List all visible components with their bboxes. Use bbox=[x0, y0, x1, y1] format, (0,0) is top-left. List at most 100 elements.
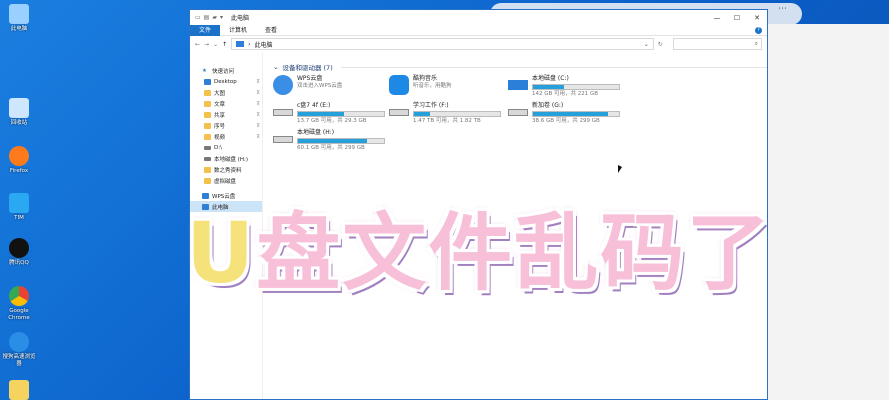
nav-item[interactable]: ★ 快速访问 bbox=[190, 65, 262, 76]
pc-icon bbox=[236, 41, 245, 47]
folder-icon bbox=[204, 89, 211, 96]
nav-item[interactable]: Desktop ⊼ bbox=[190, 76, 262, 87]
overlay-text: 盘文件乱码了 bbox=[256, 204, 773, 302]
drive-tile[interactable]: 学习工作 (F:) 1.47 TB 可用，共 1.82 TB bbox=[389, 102, 501, 125]
dropdown-icon[interactable]: ▾ bbox=[220, 14, 223, 21]
drive-tile[interactable]: 酷狗音乐 听音乐，用酷狗 bbox=[389, 75, 452, 95]
nav-item-label: D:\ bbox=[214, 144, 222, 151]
drive-icon bbox=[508, 109, 528, 116]
nav-item[interactable]: D:\ bbox=[190, 142, 262, 153]
nav-item-label: 快速访问 bbox=[212, 68, 235, 75]
up-button[interactable]: ↑ bbox=[222, 41, 227, 48]
nav-item-label: 视频 bbox=[214, 134, 226, 141]
folder-icon bbox=[9, 380, 29, 400]
section-title: 设备和驱动器 (7) bbox=[282, 64, 333, 72]
desktop-icon-qq[interactable]: 腾讯QQ bbox=[2, 238, 36, 267]
nav-item[interactable]: 文章 ⊼ bbox=[190, 98, 262, 109]
capacity-fill bbox=[533, 85, 564, 89]
pin-icon: ⊼ bbox=[256, 122, 260, 129]
overlay-letter: U bbox=[186, 204, 257, 302]
nav-item[interactable]: 序号 ⊼ bbox=[190, 120, 262, 131]
nav-item[interactable]: 虚拟磁盘 bbox=[190, 175, 262, 186]
drive-name: WPS云盘 bbox=[297, 75, 323, 82]
drive-tile[interactable]: WPS云盘 双击进入WPS云盘 bbox=[273, 75, 342, 95]
overlay-headline: U盘文件乱码了 bbox=[186, 204, 770, 302]
drive-detail: 60.1 GB 可用，共 299 GB bbox=[297, 145, 365, 151]
folder-icon bbox=[204, 133, 211, 140]
drive-tile[interactable]: 本地磁盘 (H:) 60.1 GB 可用，共 299 GB bbox=[273, 129, 385, 152]
recent-dropdown-icon[interactable]: ⌄ bbox=[213, 41, 218, 48]
drive-detail: 142 GB 可用，共 221 GB bbox=[532, 91, 599, 97]
nav-item-label: 共享 bbox=[214, 112, 226, 119]
capacity-fill bbox=[298, 112, 344, 116]
quick-access-toolbar: ▭ ▤ ▰ ▾ bbox=[195, 14, 223, 21]
pin-icon: ⊼ bbox=[256, 111, 260, 118]
windows-drive-icon bbox=[508, 80, 528, 90]
drive-name: 酷狗音乐 bbox=[413, 75, 438, 82]
back-button[interactable]: ← bbox=[195, 41, 200, 48]
nav-item-label: 序号 bbox=[214, 123, 226, 130]
nav-item[interactable]: 本地磁盘 (H:) bbox=[190, 153, 262, 164]
drive-tile[interactable]: 新加卷 (G:) 38.6 GB 可用，共 299 GB bbox=[508, 102, 620, 125]
minimize-button[interactable]: — bbox=[707, 14, 727, 22]
nav-item[interactable]: 数之秀资料 bbox=[190, 164, 262, 175]
tab-file[interactable]: 文件 bbox=[190, 24, 221, 36]
star-icon: ★ bbox=[202, 67, 207, 74]
computer-icon bbox=[9, 4, 29, 24]
drive-name: c盘7 4f (E:) bbox=[297, 102, 331, 109]
section-header[interactable]: ⌄ 设备和驱动器 (7) bbox=[273, 62, 767, 72]
desktop-icon-label: 此电脑 bbox=[10, 26, 28, 32]
help-icon[interactable]: ? bbox=[755, 26, 762, 34]
desktop-icon-this-pc[interactable]: 此电脑 bbox=[2, 4, 36, 33]
capacity-bar bbox=[532, 111, 620, 117]
drive-tile[interactable]: c盘7 4f (E:) 13.7 GB 可用，共 29.3 GB bbox=[273, 102, 385, 125]
address-bar[interactable]: › 此电脑 ⌄ bbox=[231, 38, 654, 50]
quick-access-icon[interactable]: ▭ bbox=[195, 14, 201, 21]
address-dropdown-icon[interactable]: ⌄ bbox=[644, 41, 649, 48]
capacity-bar bbox=[413, 111, 501, 117]
desktop-icon-sogou-browser[interactable]: 搜狗高速浏览器 bbox=[2, 332, 36, 367]
nav-item[interactable]: WPS云盘 bbox=[190, 190, 262, 201]
background-browser-panel bbox=[768, 24, 889, 400]
drive-icon bbox=[389, 109, 409, 116]
properties-icon[interactable]: ▤ bbox=[204, 14, 210, 21]
desktop-icon-label: TIM bbox=[14, 215, 24, 221]
new-folder-icon[interactable]: ▰ bbox=[212, 14, 217, 21]
desktop-icon-label: Firefox bbox=[9, 168, 29, 174]
nav-item[interactable]: 共享 ⊼ bbox=[190, 109, 262, 120]
desktop-icon-folder[interactable] bbox=[2, 380, 36, 400]
desktop-icon-chrome[interactable]: Google Chrome bbox=[2, 286, 36, 321]
forward-button[interactable]: → bbox=[204, 41, 209, 48]
desktop-icon-recycle-bin[interactable]: 回收站 bbox=[2, 98, 36, 127]
folder-icon bbox=[204, 78, 211, 85]
desktop-icon-firefox[interactable]: Firefox bbox=[2, 146, 36, 175]
close-button[interactable]: ✕ bbox=[747, 14, 767, 22]
nav-item-label: 虚拟磁盘 bbox=[214, 178, 237, 185]
window-title: 此电脑 bbox=[230, 15, 249, 22]
kugou-icon bbox=[389, 75, 409, 95]
maximize-button[interactable]: ☐ bbox=[727, 14, 747, 22]
folder-icon bbox=[204, 177, 211, 184]
drive-detail: 38.6 GB 可用，共 299 GB bbox=[532, 118, 600, 124]
nav-item[interactable]: 视频 ⊼ bbox=[190, 131, 262, 142]
drive-tile[interactable]: 本地磁盘 (C:) 142 GB 可用，共 221 GB bbox=[508, 75, 620, 98]
breadcrumb[interactable]: 此电脑 bbox=[255, 40, 273, 49]
desktop-icon-label: 回收站 bbox=[10, 120, 28, 126]
drive-detail: 13.7 GB 可用，共 29.3 GB bbox=[297, 118, 367, 124]
refresh-button[interactable]: ↻ bbox=[658, 41, 663, 48]
nav-item-label: 文章 bbox=[214, 101, 226, 108]
tab-computer[interactable]: 计算机 bbox=[220, 25, 256, 36]
desktop-icon-tim[interactable]: TIM bbox=[2, 193, 36, 222]
nav-item[interactable]: 大图 ⊼ bbox=[190, 87, 262, 98]
collapse-chevron-icon[interactable]: ⌄ bbox=[273, 63, 278, 71]
desktop-icon-label: 腾讯QQ bbox=[9, 260, 29, 266]
capacity-bar bbox=[297, 138, 385, 144]
tab-view[interactable]: 查看 bbox=[256, 25, 286, 36]
desktop-icon-label: Google Chrome bbox=[8, 308, 30, 321]
more-options-icon[interactable]: ⋯ bbox=[778, 4, 787, 14]
capacity-fill bbox=[414, 112, 431, 116]
folder-icon bbox=[204, 122, 211, 129]
nav-item-label: 大图 bbox=[214, 90, 226, 97]
search-input[interactable]: ⌕ bbox=[672, 38, 762, 50]
drive-icon bbox=[273, 109, 293, 116]
